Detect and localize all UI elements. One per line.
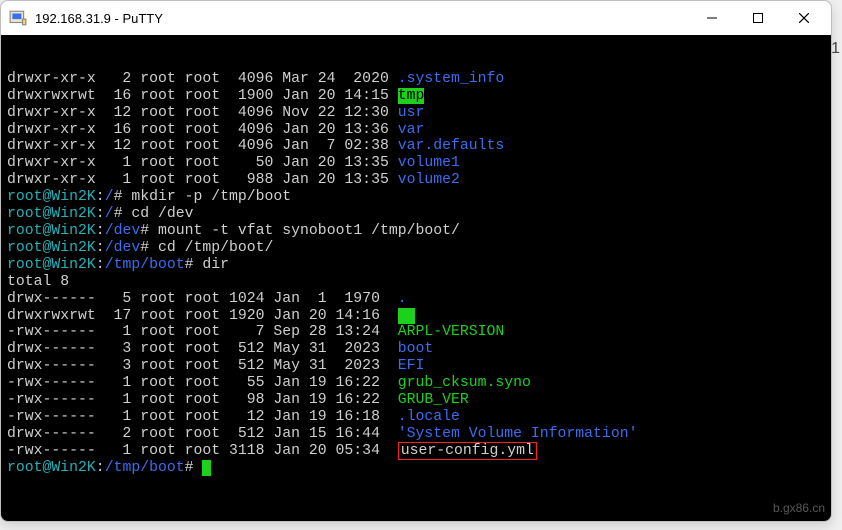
terminal-area[interactable]: drwxr-xr-x 2 root root 4096 Mar 24 2020 … [1, 35, 831, 521]
side-digit: 1 [831, 40, 840, 58]
window-title: 192.168.31.9 - PuTTY [35, 11, 163, 26]
putty-window: 192.168.31.9 - PuTTY drwxr-xr-x 2 root r… [0, 0, 832, 522]
cursor [202, 460, 211, 476]
titlebar[interactable]: 192.168.31.9 - PuTTY [1, 1, 831, 35]
putty-icon [9, 9, 27, 27]
maximize-button[interactable] [735, 3, 781, 33]
close-button[interactable] [781, 3, 827, 33]
watermark: b.gx86.cn [773, 500, 825, 517]
minimize-button[interactable] [689, 3, 735, 33]
